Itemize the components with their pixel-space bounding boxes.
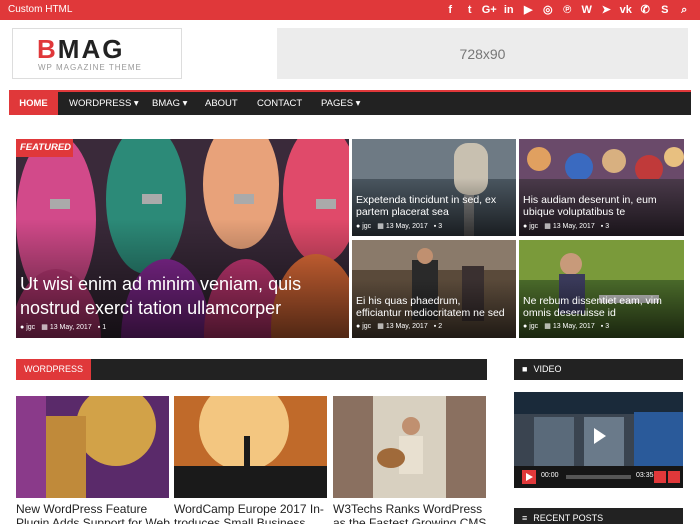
- top-bar: Custom HTML f t G+ in ▶ ◎ ℗ W ➤ vk ✆ S ⌕: [0, 0, 700, 20]
- wordpress-section-header: WORDPRESS: [16, 359, 487, 380]
- list-icon: ≡: [522, 513, 528, 523]
- featured-post-4[interactable]: Ne rebum dissentiet eam, vim omnis deser…: [519, 240, 684, 338]
- post-thumbnail[interactable]: [174, 396, 327, 498]
- comment-icon: ▪: [433, 322, 437, 330]
- post-meta: ● jgc ▦ 13 May, 2017 ▪ 1: [20, 323, 107, 332]
- site-logo[interactable]: BMAG WP MAGAZINE THEME: [12, 28, 182, 79]
- comments-meta: ▪ 3: [433, 222, 443, 230]
- user-icon: ●: [523, 222, 528, 230]
- comment-icon: ▪: [600, 222, 604, 230]
- user-icon: ●: [20, 323, 25, 331]
- date-meta: ▦ 13 May, 2017: [544, 322, 595, 331]
- featured-main-title[interactable]: Ut wisi enim ad minim veniam, quis nostr…: [20, 272, 341, 320]
- section-label[interactable]: WORDPRESS: [16, 359, 92, 380]
- featured-post-title[interactable]: Ei his quas phaedrum, efficiantur medioc…: [356, 295, 508, 319]
- featured-post-title[interactable]: Ne rebum dissentiet eam, vim omnis deser…: [523, 295, 676, 319]
- saxophone-image: [16, 396, 169, 498]
- comment-icon: ▪: [97, 323, 101, 331]
- widget-title: RECENT POSTS: [533, 513, 604, 523]
- wordpress-icon[interactable]: W: [577, 2, 597, 18]
- featured-post-3[interactable]: Ei his quas phaedrum, efficiantur medioc…: [352, 240, 516, 338]
- video-controls: 00:00 03:35: [514, 466, 683, 488]
- progress-bar[interactable]: [566, 475, 631, 479]
- concert-crowd-image: [174, 396, 327, 498]
- telegram-icon[interactable]: ➤: [597, 2, 617, 18]
- nav-contact[interactable]: CONTACT: [257, 92, 302, 115]
- whatsapp-icon[interactable]: ✆: [636, 2, 656, 18]
- calendar-icon: ▦: [377, 323, 384, 330]
- author-meta: ● jgc: [20, 323, 36, 331]
- comment-icon: ▪: [433, 222, 437, 230]
- comments-meta: ▪ 3: [600, 222, 610, 230]
- nav-wordpress[interactable]: WORDPRESS ▾: [69, 92, 139, 115]
- video-camera-icon: ■: [522, 364, 528, 374]
- total-time: 03:35: [636, 472, 654, 479]
- post-title[interactable]: W3Techs Ranks WordPress as the Fastest G…: [333, 502, 489, 524]
- user-icon: ●: [523, 322, 528, 330]
- search-icon[interactable]: ⌕: [675, 2, 695, 18]
- date-meta: ▦ 13 May, 2017: [544, 222, 595, 231]
- comments-meta: ▪ 1: [97, 323, 107, 331]
- widget-title: VIDEO: [533, 364, 562, 374]
- post-thumbnail[interactable]: [333, 396, 486, 498]
- nav-pages[interactable]: PAGES ▾: [321, 92, 360, 115]
- calendar-icon: ▦: [41, 324, 48, 331]
- post-meta: ● jgc ▦ 13 May, 2017 ▪ 3: [523, 222, 610, 231]
- recent-posts-widget-header: ≡ RECENT POSTS: [514, 508, 683, 524]
- play-button-icon: [526, 473, 533, 481]
- author-meta: ● jgc: [356, 322, 372, 330]
- header-ad-banner[interactable]: 728x90: [277, 28, 688, 79]
- featured-post-2[interactable]: His audiam deserunt in, eum ubique volup…: [519, 139, 684, 236]
- linkedin-icon[interactable]: in: [499, 2, 519, 18]
- vk-icon[interactable]: vk: [616, 2, 636, 18]
- date-meta: ▦ 13 May, 2017: [377, 322, 428, 331]
- date-meta: ▦ 13 May, 2017: [41, 323, 92, 332]
- author-meta: ● jgc: [523, 322, 539, 330]
- nav-home[interactable]: HOME: [9, 92, 58, 115]
- calendar-icon: ▦: [377, 223, 384, 230]
- custom-html-label: Custom HTML: [8, 4, 73, 15]
- calendar-icon: ▦: [544, 323, 551, 330]
- user-icon: ●: [356, 322, 361, 330]
- play-icon[interactable]: [594, 428, 606, 444]
- nav-about[interactable]: ABOUT: [205, 92, 238, 115]
- current-time: 00:00: [541, 472, 559, 479]
- featured-post-title[interactable]: His audiam deserunt in, eum ubique volup…: [523, 194, 676, 218]
- post-title[interactable]: WordCamp Europe 2017 In-troduces Small B…: [174, 502, 330, 524]
- post-meta: ● jgc ▦ 13 May, 2017 ▪ 3: [523, 322, 610, 331]
- featured-main-post[interactable]: Ut wisi enim ad minim veniam, quis nostr…: [16, 139, 349, 338]
- video-widget-header: ■ VIDEO: [514, 359, 683, 380]
- post-thumbnail[interactable]: [16, 396, 169, 498]
- pinterest-icon[interactable]: ℗: [558, 2, 578, 18]
- social-icons: f t G+ in ▶ ◎ ℗ W ➤ vk ✆ S ⌕: [441, 2, 695, 18]
- logo-subtitle: WP MAGAZINE THEME: [38, 63, 142, 72]
- author-meta: ● jgc: [356, 222, 372, 230]
- google-plus-icon[interactable]: G+: [480, 2, 500, 18]
- nav-bmag[interactable]: BMAG ▾: [152, 92, 187, 115]
- post-meta: ● jgc ▦ 13 May, 2017 ▪ 3: [356, 222, 443, 231]
- post-meta: ● jgc ▦ 13 May, 2017 ▪ 2: [356, 322, 443, 331]
- comments-meta: ▪ 2: [433, 322, 443, 330]
- volume-icon[interactable]: [654, 471, 666, 483]
- featured-post-1[interactable]: Expetenda tincidunt in sed, ex partem pl…: [352, 139, 516, 236]
- facebook-icon[interactable]: f: [441, 2, 461, 18]
- instagram-icon[interactable]: ◎: [538, 2, 558, 18]
- youtube-icon[interactable]: ▶: [519, 2, 539, 18]
- user-icon: ●: [356, 222, 361, 230]
- logo-title: BMAG: [37, 34, 125, 64]
- fullscreen-icon[interactable]: [668, 471, 680, 483]
- author-meta: ● jgc: [523, 222, 539, 230]
- skype-icon[interactable]: S: [655, 2, 675, 18]
- comments-meta: ▪ 3: [600, 322, 610, 330]
- post-title[interactable]: New WordPress Feature Plugin Adds Suppor…: [16, 502, 172, 524]
- date-meta: ▦ 13 May, 2017: [377, 222, 428, 231]
- featured-badge: FEATURED: [16, 139, 73, 157]
- featured-post-title[interactable]: Expetenda tincidunt in sed, ex partem pl…: [356, 194, 508, 218]
- girl-with-guitar-on-bridge-image: [333, 396, 486, 498]
- comment-icon: ▪: [600, 322, 604, 330]
- calendar-icon: ▦: [544, 223, 551, 230]
- main-navigation: HOME WORDPRESS ▾ BMAG ▾ ABOUT CONTACT PA…: [9, 90, 691, 115]
- twitter-icon[interactable]: t: [460, 2, 480, 18]
